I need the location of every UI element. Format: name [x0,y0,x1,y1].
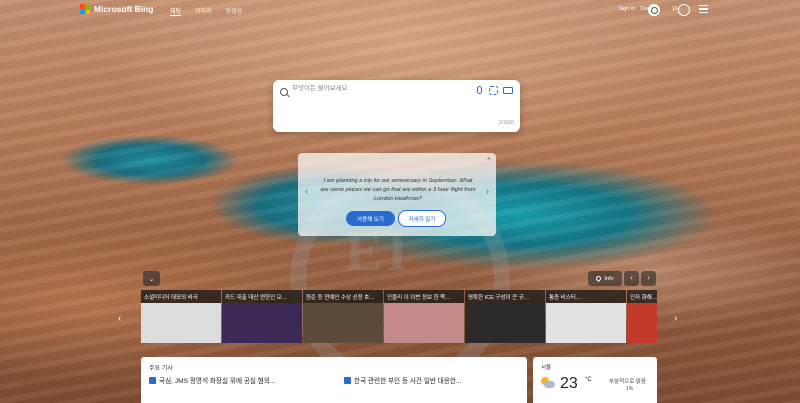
weather-precipitation: 1% [626,386,634,392]
news-tile[interactable]: 소셜미디어 대모의 비극 [141,290,221,343]
search-input[interactable] [292,85,472,92]
bing-logo[interactable]: Microsoft Bing [80,4,154,14]
keyboard-icon[interactable] [503,87,513,94]
visual-search-icon[interactable] [489,86,498,95]
news-source-icon [149,377,156,384]
location-pin-icon [595,274,603,283]
weather-panel[interactable]: 서울 23 °C 부분적으로 맑음 1% [533,357,657,403]
news-tile-title: 카드 대출 대산 연한인 오… [222,290,302,303]
news-tile-title: 인블리 이 이번 정보 한 쪽… [384,290,464,303]
avatar[interactable] [648,4,660,16]
weather-unit: °C [585,377,592,383]
close-icon[interactable]: × [487,156,491,163]
suggestion-prompt: I am planning a trip for our anniversary… [320,178,476,202]
news-tile[interactable]: 인자 화해… [627,290,657,343]
strip-prev-icon[interactable]: ‹ [118,313,121,324]
news-tile-title: 명확한 ICE 구성이 큰 규… [465,290,545,303]
news-item[interactable]: 한국 관련한 부인 등 사건 일반 대응한... [344,377,509,387]
news-tile[interactable]: 명확한 ICE 구성이 큰 규… [465,290,545,343]
collapse-feed-button[interactable]: ⌄ [143,271,160,286]
news-tile[interactable]: 카드 대출 대산 연한인 오… [222,290,302,343]
news-tile[interactable]: 인블리 이 이번 정보 한 쪽… [384,290,464,343]
news-tile-title: 통증 비스터… [546,290,626,303]
news-tile-image [465,303,545,343]
try-it-button[interactable]: 사용해 보기 [346,211,395,226]
news-tile[interactable]: 원준 등 연예인 수상 선정 호… [303,290,383,343]
search-box: 0/1000 [273,80,520,132]
partly-cloudy-icon [541,377,555,389]
brand-label: Microsoft Bing [94,4,154,14]
news-item[interactable]: 국심, JMS 정명석 화장실 위에 공실 혐의... [149,377,314,387]
top-bar: Microsoft Bing 채팅 이미지 동영상 Sign in Daniel… [0,0,800,22]
prev-suggestion-button[interactable]: ‹ [305,186,308,196]
learn-more-button[interactable]: 자세히 알기 [398,210,446,227]
news-tile-title: 원준 등 연예인 수상 선정 호… [303,290,383,303]
news-tile-image [222,303,302,343]
weather-location: 서울 [541,365,552,371]
top-stories-panel: 주요 기사 국심, JMS 정명석 화장실 위에 공실 혐의... 한국 관련한… [141,357,527,403]
search-icon [280,88,288,96]
char-counter: 0/1000 [498,120,514,126]
news-tile-image [384,303,464,343]
news-tile-image [627,303,657,343]
sign-in-link[interactable]: Sign in [618,6,635,12]
news-tile[interactable]: 통증 비스터… [546,290,626,343]
menu-icon[interactable] [699,5,708,13]
top-stories-heading: 주요 기사 [149,366,173,372]
news-tile-image [546,303,626,343]
news-tile-image [303,303,383,343]
prev-image-button[interactable]: ‹ [624,271,639,286]
nav-images[interactable]: 이미지 [195,6,212,16]
info-label: Info [604,275,614,282]
next-suggestion-button[interactable]: › [486,186,489,196]
news-item-text: 한국 관련한 부인 등 사건 일반 대응한... [354,378,462,385]
microphone-icon[interactable] [477,86,482,94]
microsoft-logo-icon [80,4,90,14]
chat-suggestion-card: × ‹ I am planning a trip for our anniver… [298,153,496,236]
news-source-icon [344,377,351,384]
rewards-icon[interactable] [678,4,690,16]
nav-chat[interactable]: 채팅 [170,6,182,16]
news-item-text: 국심, JMS 정명석 화장실 위에 공실 혐의... [159,378,276,385]
weather-description: 부분적으로 맑음 [609,379,646,385]
news-strip: 소셜미디어 대모의 비극 카드 대출 대산 연한인 오… 원준 등 연예인 수상… [141,290,657,343]
image-info-button[interactable]: Info [588,271,622,286]
news-tile-title: 인자 화해… [627,290,657,303]
weather-temperature: 23 [560,375,578,392]
nav-videos[interactable]: 동영상 [226,6,243,16]
news-tile-title: 소셜미디어 대모의 비극 [141,290,221,303]
news-tile-image [141,303,221,343]
strip-next-icon[interactable]: › [674,313,677,324]
top-nav: 채팅 이미지 동영상 [170,6,242,16]
next-image-button[interactable]: › [641,271,656,286]
